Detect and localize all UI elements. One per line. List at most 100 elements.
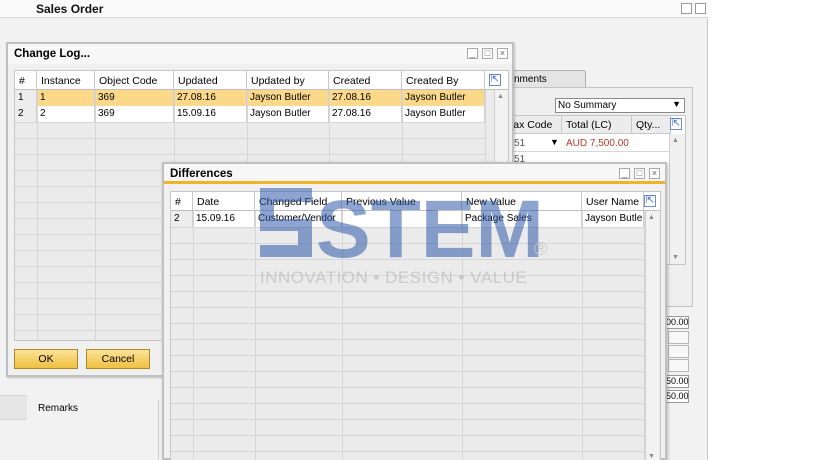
grid-row-divider (171, 419, 644, 420)
grid-row-divider (171, 307, 644, 308)
grid-row-divider (15, 122, 485, 123)
column-header-updated[interactable]: Updated (174, 71, 247, 90)
grid-row-divider (171, 291, 644, 292)
expand-grid-icon[interactable]: ⇱ (670, 118, 682, 130)
total-payment-due-field[interactable]: 50.00 (665, 375, 689, 388)
column-header-object-code[interactable]: Object Code (95, 71, 174, 90)
created-by-cell[interactable]: Jayson Butler (402, 90, 485, 106)
expand-grid-icon[interactable]: ⇱ (489, 74, 501, 86)
grid-row-divider (171, 355, 644, 356)
grid-row-divider (171, 275, 644, 276)
updated-cell[interactable]: 27.08.16 (174, 90, 247, 106)
table-row[interactable]: 2 2 369 15.09.16 Jayson Butler 27.08.16 … (15, 106, 485, 122)
cancel-button[interactable]: Cancel (86, 349, 150, 369)
grid-row-divider (171, 371, 644, 372)
dropdown-arrow-icon[interactable]: ▼ (550, 137, 559, 147)
maximize-icon[interactable] (695, 3, 706, 14)
column-header-total-lc[interactable]: Total (LC) (562, 116, 632, 134)
summary-select-value: No Summary (558, 100, 617, 111)
created-cell[interactable]: 27.08.16 (329, 106, 402, 122)
scroll-up-icon[interactable]: ▲ (672, 137, 679, 144)
close-icon[interactable]: × (497, 48, 508, 59)
column-header-date[interactable]: Date (193, 192, 255, 211)
created-cell[interactable]: 27.08.16 (329, 90, 402, 106)
grid-column-divider (193, 211, 194, 460)
column-header-created[interactable]: Created (329, 71, 402, 90)
scroll-down-icon[interactable]: ▼ (648, 453, 655, 460)
expand-grid-icon[interactable]: ⇱ (644, 195, 656, 207)
date-cell[interactable]: 15.09.16 (193, 211, 255, 227)
updated-cell[interactable]: 15.09.16 (174, 106, 247, 122)
summary-type-select[interactable]: No Summary ▼ (555, 98, 685, 113)
column-header-new-value[interactable]: New Value (462, 192, 582, 211)
maximize-icon[interactable]: □ (482, 48, 493, 59)
change-log-titlebar[interactable]: Change Log... _ □ × (8, 44, 512, 64)
column-header-updated-by[interactable]: Updated by (247, 71, 329, 90)
row-number-cell[interactable]: 2 (15, 106, 37, 122)
discount-field[interactable] (668, 331, 689, 344)
column-header-previous-value[interactable]: Previous Value (342, 192, 462, 211)
instance-cell[interactable]: 1 (37, 90, 95, 106)
tax-code-cell[interactable]: 51 (514, 138, 525, 149)
minimize-icon[interactable]: _ (619, 168, 630, 179)
scroll-down-icon[interactable]: ▼ (672, 254, 679, 261)
total-before-discount-field[interactable]: 00.00 (665, 316, 689, 329)
change-log-title: Change Log... (14, 48, 91, 60)
column-header-changed-field[interactable]: Changed Field (255, 192, 342, 211)
scroll-up-icon[interactable]: ▲ (497, 93, 504, 100)
column-header-created-by[interactable]: Created By (402, 71, 485, 90)
sales-order-title: Sales Order (36, 2, 104, 16)
minimize-icon[interactable]: _ (467, 48, 478, 59)
scroll-up-icon[interactable]: ▲ (648, 214, 655, 221)
instance-cell[interactable]: 2 (37, 106, 95, 122)
user-name-cell[interactable]: Jayson Butle (582, 211, 644, 227)
column-header-number[interactable]: # (171, 192, 193, 211)
total-lc-cell[interactable]: AUD 7,500.00 (566, 138, 629, 149)
column-header-instance[interactable]: Instance (37, 71, 95, 90)
grid-row-divider (171, 323, 644, 324)
previous-value-cell[interactable] (342, 211, 462, 227)
differences-window: Differences _ □ × # Date Changed Field P… (162, 162, 667, 460)
new-value-cell[interactable]: Package Sales (462, 211, 582, 227)
updated-by-cell[interactable]: Jayson Butler (247, 90, 329, 106)
dropdown-arrow-icon: ▼ (672, 99, 681, 109)
grid-row-divider (171, 243, 644, 244)
grid-column-divider (37, 90, 38, 340)
differences-scrollbar[interactable]: ▲ ▼ (645, 211, 659, 460)
remarks-divider (158, 400, 159, 460)
object-code-cell[interactable]: 369 (95, 90, 174, 106)
object-code-cell[interactable]: 369 (95, 106, 174, 122)
tab-attachments[interactable]: nments (503, 70, 586, 88)
row-number-cell[interactable]: 1 (15, 90, 37, 106)
grid-row-divider (171, 435, 644, 436)
items-grid-scrollbar[interactable]: ▲ ▼ (669, 134, 685, 264)
ok-button[interactable]: OK (14, 349, 78, 369)
table-row[interactable]: 2 15.09.16 Customer/Vendor Package Sales… (171, 211, 644, 227)
grid-row-divider (171, 227, 644, 228)
grid-row-divider (15, 138, 485, 139)
column-header-user-name[interactable]: User Name (582, 192, 644, 211)
grid-row-divider (171, 403, 644, 404)
updated-by-cell[interactable]: Jayson Butler (247, 106, 329, 122)
left-panel-strip (0, 395, 27, 420)
differences-grid: # Date Changed Field Previous Value New … (170, 191, 661, 460)
created-by-cell[interactable]: Jayson Butler (402, 106, 485, 122)
minimize-icon[interactable] (681, 3, 692, 14)
grid-column-divider (95, 90, 96, 340)
row-number-cell[interactable]: 2 (171, 211, 193, 227)
changed-field-cell[interactable]: Customer/Vendor (255, 211, 342, 227)
differences-titlebar[interactable]: Differences _ □ × (164, 164, 665, 184)
grid-row-divider (15, 154, 485, 155)
column-header-qty[interactable]: Qty... (632, 116, 671, 134)
column-header-number[interactable]: # (15, 71, 37, 90)
grid-column-divider (342, 211, 343, 460)
remarks-label: Remarks (38, 403, 79, 414)
freight-field[interactable] (668, 345, 689, 358)
tax-field[interactable] (668, 359, 689, 372)
balance-due-field[interactable]: 50.00 (665, 390, 689, 403)
close-icon[interactable]: × (649, 168, 660, 179)
table-row[interactable]: 1 1 369 27.08.16 Jayson Butler 27.08.16 … (15, 90, 485, 106)
sales-order-titlebar: Sales Order (0, 0, 708, 18)
maximize-icon[interactable]: □ (634, 168, 645, 179)
grid-column-divider (582, 211, 583, 460)
